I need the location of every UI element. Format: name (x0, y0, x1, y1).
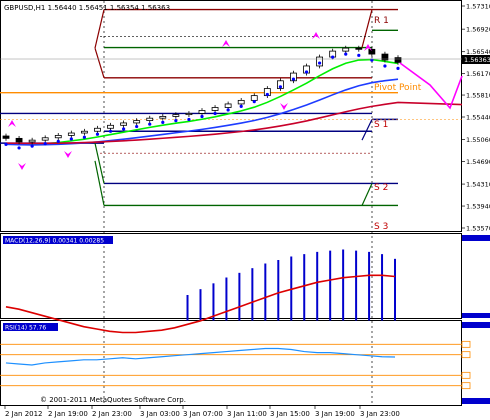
s3-label: S 3 (374, 222, 388, 232)
sar-dot (108, 129, 113, 133)
candle-body (185, 113, 193, 116)
sar-dot (148, 122, 152, 126)
candle-body (107, 124, 114, 129)
sar-dot (43, 142, 47, 146)
r1-label: R 1 (374, 16, 389, 26)
sar-dot (265, 92, 269, 97)
candle-body (368, 48, 376, 55)
candle-body (94, 127, 101, 132)
rsi-level-marker (461, 382, 471, 390)
candle-body (224, 103, 232, 108)
sar-dot (69, 137, 73, 141)
rsi-pane[interactable] (0, 320, 462, 406)
rsi-title: RSI(14) 57.76 (5, 325, 46, 332)
price-tick-label: 1.53570 (466, 225, 490, 233)
sar-dot (213, 111, 217, 116)
sar-dot (344, 52, 348, 56)
candle-body (2, 135, 10, 139)
candle-body (211, 107, 219, 111)
sar-dot (30, 144, 34, 148)
candle-body (120, 122, 127, 126)
macd-axis-marker-2 (462, 313, 490, 318)
price-tick-label: 1.55810 (466, 92, 490, 100)
time-tick-label: 3 Jan 07:00 (183, 410, 223, 418)
sar-dot (161, 120, 165, 125)
sar-dot (239, 104, 243, 108)
candle-body (133, 120, 141, 124)
sar-dot (187, 117, 191, 122)
s2-label: S 2 (374, 183, 388, 193)
sar-dot (56, 139, 60, 144)
candle-body (355, 47, 363, 50)
time-tick-label: 2 Jan 2012 (5, 410, 43, 418)
current-price-label: 1.56363 (464, 56, 490, 64)
sar-dot (304, 70, 309, 74)
price-axis: 1.573101.569201.565401.561701.558101.554… (462, 3, 490, 233)
sar-dot (318, 61, 322, 65)
candle-body (81, 130, 88, 134)
macd-title: MACD(12,26,9) 0.00341 0.00285 (5, 238, 104, 245)
candle-body (67, 132, 75, 136)
price-tick-label: 1.57310 (466, 3, 490, 11)
candle-body (250, 95, 258, 101)
price-tick-label: 1.53940 (466, 203, 490, 211)
candle-body (146, 117, 154, 121)
sar-dot (278, 85, 282, 89)
price-tick-label: 1.55060 (466, 136, 490, 144)
sar-dot (252, 100, 256, 104)
macd-axis-marker (462, 235, 490, 241)
time-tick-label: 2 Jan 19:00 (48, 410, 88, 418)
sar-dot (17, 146, 21, 150)
sar-dot (95, 132, 100, 136)
metatrader-chart-window[interactable]: R 1 Pivot Point S 1 S 2 S 3 GBPUSD,H1 1.… (0, 0, 490, 420)
time-tick-label: 3 Jan 03:00 (140, 410, 180, 418)
rsi-axis-marker-2 (462, 398, 490, 404)
price-tick-label: 1.55440 (466, 114, 490, 122)
candle-body (15, 137, 23, 143)
sar-dot (200, 114, 204, 119)
price-tick-label: 1.54690 (466, 158, 490, 166)
copyright: © 2001-2011 MetaQuotes Software Corp. (40, 396, 186, 404)
price-tick-label: 1.56920 (466, 26, 490, 34)
time-tick-label: 3 Jan 19:00 (315, 410, 355, 418)
candle-body (28, 139, 36, 143)
candle-body (342, 47, 350, 52)
candle-body (237, 99, 245, 105)
price-tick-label: 1.56170 (466, 70, 490, 78)
sar-dot (291, 77, 296, 81)
rsi-level-marker (461, 340, 471, 348)
sar-dot (174, 119, 178, 123)
sar-dot (383, 64, 387, 68)
candle-body (41, 137, 49, 141)
sar-dot (4, 142, 8, 146)
sar-dot (226, 108, 230, 112)
rsi-level-marker (461, 371, 471, 379)
sar-dot (82, 135, 86, 139)
sar-dot (122, 127, 126, 131)
chart-title: GBPUSD,H1 1.56440 1.56451 1.56354 1.5636… (4, 4, 170, 12)
time-tick-label: 3 Jan 11:00 (227, 410, 267, 418)
time-axis: 2 Jan 2012 2 Jan 19:00 2 Jan 23:00 3 Jan 03… (4, 405, 400, 418)
time-tick-label: 2 Jan 23:00 (92, 410, 132, 418)
rsi-axis-marker (462, 322, 490, 328)
pivot-label: Pivot Point (374, 83, 422, 93)
time-tick-label: 3 Jan 15:00 (270, 410, 310, 418)
sar-dot (396, 66, 400, 70)
price-tick-label: 1.54310 (466, 181, 490, 189)
s1-label: S 1 (374, 120, 388, 130)
time-tick-label: 3 Jan 23:00 (360, 410, 400, 418)
rsi-level-marker (461, 351, 471, 359)
candle-body (159, 116, 167, 119)
candle-body (54, 135, 62, 139)
candle-body (394, 57, 402, 63)
sar-dot (331, 55, 335, 59)
candle-body (198, 110, 206, 114)
sar-dot (357, 53, 361, 57)
price-pane[interactable] (0, 0, 462, 232)
sar-dot (135, 124, 139, 129)
candle-body (172, 114, 180, 117)
